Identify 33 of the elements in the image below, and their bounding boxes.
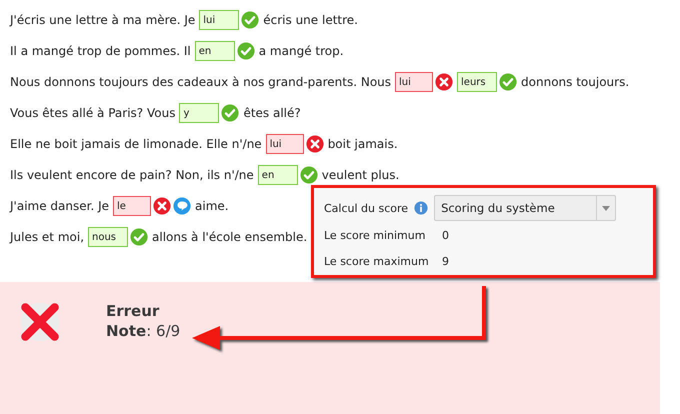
answer-field[interactable]: leurs [457, 72, 498, 92]
sentence-text: Il a mangé trop de pommes. Il [10, 44, 191, 58]
field-value: 0 [442, 228, 449, 242]
sentence-text: écris une lettre. [263, 12, 358, 26]
sentence-text: Elle ne boit jamais de limonade. Elle n'/ne [10, 136, 262, 150]
sentence-text: a mangé trop. [258, 44, 344, 58]
sentence-text: Vous êtes allé à Paris? Vous [10, 106, 176, 120]
answer-field[interactable]: le [113, 196, 152, 216]
answer-field[interactable]: lui [199, 10, 240, 30]
sentence-text: veulent plus. [322, 168, 400, 182]
answer-field[interactable]: en [258, 164, 298, 184]
sentence-text: aime. [195, 198, 229, 212]
sentence-text: J'aime danser. Je [10, 198, 110, 212]
result-title: Erreur [106, 302, 160, 320]
field-value: 9 [442, 254, 449, 268]
field-label: Calcul du score [324, 202, 408, 214]
sentence-text: Jules et moi, [10, 230, 84, 244]
field-label: Le score maximum [324, 254, 430, 268]
sentence-text: donnons toujours. [521, 74, 630, 88]
sentence-text: boit jamais. [328, 136, 398, 150]
sentence-text: allons à l'école ensemble. [152, 230, 308, 244]
sentence-text: Nous donnons toujours des cadeaux à nos grand-parents. Nous [10, 74, 392, 88]
sentence-text: Ils veulent encore de pain? Non, ils n'/ne [10, 168, 254, 182]
answer-field[interactable]: lui [395, 72, 434, 92]
answer-field[interactable]: y [179, 102, 220, 122]
field-label: Le score minimum [324, 228, 426, 242]
answer-field[interactable]: lui [266, 134, 304, 154]
answer-field[interactable]: nous [88, 226, 128, 246]
answer-field[interactable]: en [194, 40, 235, 60]
sentence-text: êtes allé? [243, 106, 301, 120]
score-note: Note: 6/9 [106, 322, 180, 340]
sentence-text: J'écris une lettre à ma mère. Je [10, 12, 196, 26]
scoring-dropdown[interactable]: Scoring du système [434, 195, 616, 221]
